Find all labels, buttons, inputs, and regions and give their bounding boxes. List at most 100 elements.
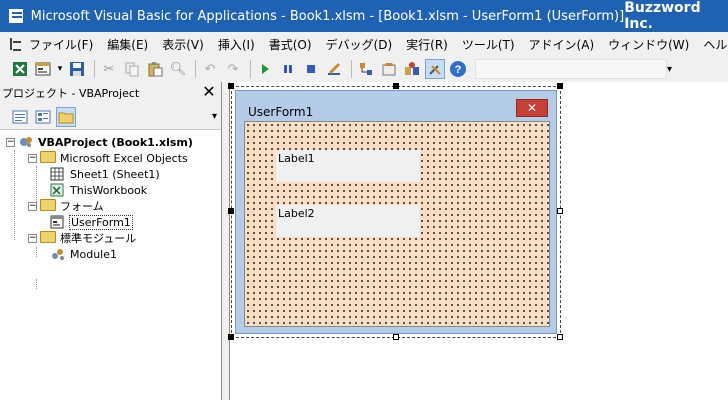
tree-item-userform1[interactable]: UserForm1 — [50, 214, 133, 230]
resize-handle — [557, 83, 563, 89]
title-bar: Microsoft Visual Basic for Applications … — [0, 0, 728, 32]
project-pane-header: プロジェクト - VBAProject ✕ — [0, 82, 221, 104]
tree-label-userform1: UserForm1 — [69, 214, 133, 230]
toggle-folders-icon[interactable] — [56, 106, 76, 127]
toolbar-separator — [94, 60, 95, 78]
object-browser-icon[interactable] — [402, 59, 422, 79]
project-tree: − VBAProject (Book1.xlsm) − Microsoft Ex… — [0, 130, 221, 289]
workbook-icon — [50, 183, 66, 197]
project-pane-title: プロジェクト - VBAProject — [2, 87, 140, 100]
toolbar-separator — [195, 60, 196, 78]
chevron-down-icon[interactable]: ▾ — [212, 111, 217, 122]
resize-handle-right[interactable] — [557, 208, 563, 214]
chevron-down-icon[interactable]: ▾ — [56, 59, 64, 79]
menu-view[interactable]: 表示(V) — [155, 36, 211, 53]
svg-text:?: ? — [455, 64, 462, 76]
save-icon[interactable] — [67, 59, 87, 79]
folder-open-icon — [40, 199, 56, 213]
folder-open-icon — [40, 151, 56, 165]
menu-format[interactable]: 書式(O) — [262, 36, 319, 53]
tree-label-modules: 標準モジュール — [60, 232, 137, 245]
toolbar-position-box — [475, 59, 667, 79]
tree-item-thisworkbook[interactable]: ThisWorkbook — [50, 182, 147, 198]
tree-label-sheet1: Sheet1 (Sheet1) — [70, 167, 160, 181]
userform-caption: UserForm1 — [248, 105, 314, 119]
folder-open-icon — [40, 231, 56, 245]
close-icon[interactable]: ✕ — [201, 84, 217, 100]
find-icon[interactable]: 🔍︎ — [168, 59, 188, 79]
menu-insert[interactable]: 挿入(I) — [211, 36, 262, 53]
view-code-icon[interactable] — [10, 107, 30, 127]
resize-handle-corner[interactable] — [557, 334, 563, 340]
brand-label: Buzzword Inc. — [624, 0, 701, 32]
resize-handle — [228, 334, 234, 340]
collapse-icon[interactable]: − — [28, 153, 37, 163]
label1-caption: Label1 — [278, 152, 315, 165]
worksheet-icon — [50, 167, 66, 181]
tree-label-forms: フォーム — [60, 200, 104, 213]
run-icon[interactable] — [255, 59, 275, 79]
paste-icon[interactable] — [145, 59, 165, 79]
userform-icon — [50, 215, 66, 229]
properties-icon[interactable] — [379, 59, 399, 79]
menu-run[interactable]: 実行(R) — [399, 36, 455, 53]
toolbar-separator — [351, 60, 352, 78]
label2-caption: Label2 — [278, 207, 315, 220]
undo-icon[interactable]: ↶ — [200, 59, 220, 79]
resize-handle — [393, 83, 399, 89]
tree-item-module1[interactable]: Module1 — [50, 246, 117, 262]
standard-toolbar: ▾ ✂ 🔍︎ ↶ ↷ ? — [0, 56, 728, 82]
userform-designer: UserForm1 ✕ Label1 Label2 — [228, 82, 728, 400]
menu-tools[interactable]: ツール(T) — [455, 36, 522, 53]
reset-icon[interactable] — [301, 59, 321, 79]
resize-handle — [228, 83, 234, 89]
userform-window[interactable]: UserForm1 ✕ Label1 Label2 — [235, 90, 557, 334]
window-system-icon[interactable] — [10, 38, 21, 51]
collapse-icon[interactable]: − — [28, 233, 37, 243]
module-icon — [50, 247, 66, 261]
cut-icon[interactable]: ✂ — [99, 59, 119, 79]
menu-edit[interactable]: 編集(E) — [100, 36, 155, 53]
menu-bar: ファイル(F) 編集(E) 表示(V) 挿入(I) 書式(O) デバッグ(D) … — [0, 32, 728, 56]
resize-handle-bottom[interactable] — [393, 334, 399, 340]
view-object-icon[interactable] — [33, 107, 53, 127]
menu-help[interactable]: ヘルプ(H) — [696, 36, 728, 53]
tree-item-forms[interactable]: − フォーム — [28, 198, 104, 214]
toolbox-icon[interactable] — [425, 59, 445, 79]
toolbar-separator — [250, 60, 251, 78]
project-explorer-pane: プロジェクト - VBAProject ✕ ▾ − VBAProject (Bo… — [0, 82, 222, 400]
label2-control[interactable]: Label2 — [276, 205, 420, 237]
collapse-icon[interactable]: − — [6, 137, 15, 147]
tree-item-vbaproject[interactable]: − VBAProject (Book1.xlsm) — [6, 134, 193, 150]
insert-userform-icon[interactable] — [33, 59, 53, 79]
menu-debug[interactable]: デバッグ(D) — [319, 36, 400, 53]
tree-item-modules[interactable]: − 標準モジュール — [28, 230, 136, 246]
resize-handle — [228, 208, 234, 214]
close-icon[interactable]: ✕ — [516, 99, 548, 117]
tree-label-vbaproject: VBAProject (Book1.xlsm) — [38, 135, 193, 149]
userform-client-area[interactable]: Label1 Label2 — [244, 121, 550, 327]
toolbar-options-icon[interactable] — [667, 58, 675, 80]
redo-icon[interactable]: ↷ — [223, 59, 243, 79]
pane-splitter[interactable] — [222, 82, 230, 400]
menu-file[interactable]: ファイル(F) — [22, 36, 100, 53]
tree-label-thisworkbook: ThisWorkbook — [70, 183, 148, 197]
tree-connector — [36, 247, 37, 257]
copy-icon[interactable] — [122, 59, 142, 79]
collapse-icon[interactable]: − — [28, 201, 37, 211]
label1-control[interactable]: Label1 — [276, 150, 420, 182]
pause-icon[interactable] — [278, 59, 298, 79]
project-explorer-icon[interactable] — [356, 59, 376, 79]
vba-project-icon — [18, 135, 34, 149]
tree-connector — [36, 279, 37, 289]
menu-window[interactable]: ウィンドウ(W) — [601, 36, 696, 53]
design-mode-icon[interactable] — [324, 59, 344, 79]
tree-label-excel-objects: Microsoft Excel Objects — [60, 151, 188, 165]
help-icon[interactable]: ? — [448, 59, 468, 79]
window-title: Microsoft Visual Basic for Applications … — [30, 8, 625, 24]
excel-icon[interactable] — [10, 59, 30, 79]
tree-item-sheet1[interactable]: Sheet1 (Sheet1) — [50, 166, 160, 182]
tree-connector — [14, 150, 15, 240]
menu-addins[interactable]: アドイン(A) — [522, 36, 602, 53]
tree-item-excel-objects[interactable]: − Microsoft Excel Objects — [28, 150, 188, 166]
